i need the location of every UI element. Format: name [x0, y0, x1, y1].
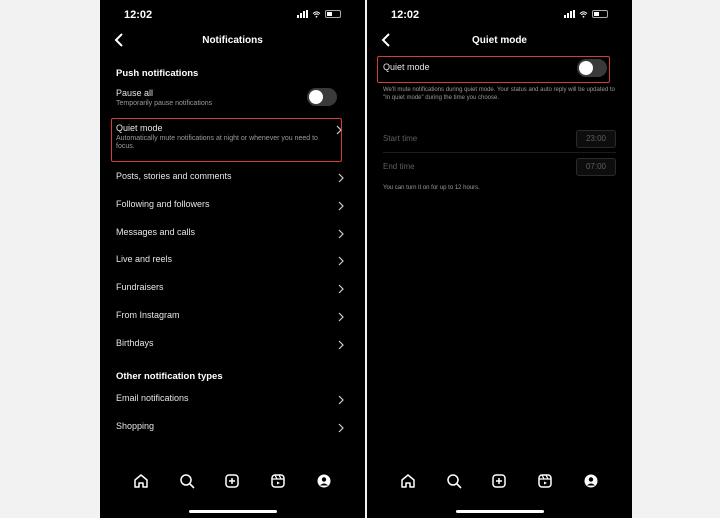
- quiet-mode-label: Quiet mode: [383, 62, 430, 72]
- pause-all-toggle[interactable]: [307, 88, 337, 106]
- chevron-right-icon: [338, 423, 344, 433]
- search-icon[interactable]: [178, 472, 196, 490]
- home-indicator: [455, 510, 544, 513]
- list-item-live-reels[interactable]: Live and reels: [116, 254, 345, 266]
- list-item-birthdays[interactable]: Birthdays: [116, 338, 345, 350]
- end-time-value[interactable]: 07:00: [576, 158, 616, 176]
- list-item-email-notifications[interactable]: Email notifications: [116, 393, 345, 405]
- status-bar: 12:02: [100, 0, 365, 30]
- status-icons: [564, 10, 608, 18]
- list-item-posts-stories-comments[interactable]: Posts, stories and comments: [116, 171, 345, 183]
- list-item-label: From Instagram: [116, 310, 180, 320]
- reels-icon[interactable]: [536, 472, 554, 490]
- chevron-right-icon: [338, 256, 344, 266]
- create-post-icon[interactable]: [223, 472, 241, 490]
- push-notifications-header: Push notifications: [116, 68, 199, 79]
- home-icon[interactable]: [132, 472, 150, 490]
- list-item-label: Messages and calls: [116, 227, 196, 237]
- wifi-icon: [579, 10, 588, 18]
- tab-bar: [367, 472, 632, 498]
- pause-all-label: Pause all: [116, 88, 154, 98]
- tab-bar: [100, 472, 365, 498]
- end-time-row[interactable]: End time 07:00: [383, 158, 616, 178]
- quiet-mode-row[interactable]: Quiet mode Automatically mute notificati…: [116, 123, 343, 151]
- quiet-mode-description: We'll mute notifications during quiet mo…: [383, 87, 615, 101]
- nav-bar: Quiet mode: [367, 28, 632, 54]
- list-item-shopping[interactable]: Shopping: [116, 421, 345, 433]
- list-item-following-followers[interactable]: Following and followers: [116, 199, 345, 211]
- start-time-label: Start time: [383, 134, 418, 143]
- quiet-mode-toggle[interactable]: [577, 59, 607, 77]
- list-item-from-instagram[interactable]: From Instagram: [116, 310, 345, 322]
- status-bar: 12:02: [367, 0, 632, 30]
- other-notification-types-header: Other notification types: [116, 371, 223, 382]
- start-time-row[interactable]: Start time 23:00: [383, 130, 616, 150]
- search-icon[interactable]: [445, 472, 463, 490]
- list-item-label: Live and reels: [116, 254, 173, 264]
- chevron-right-icon: [338, 229, 344, 239]
- battery-icon: [592, 10, 608, 18]
- reels-icon[interactable]: [269, 472, 287, 490]
- home-icon[interactable]: [399, 472, 417, 490]
- page-title: Quiet mode: [471, 35, 527, 46]
- chevron-right-icon: [338, 201, 344, 211]
- quiet-mode-screen: 12:02 Quiet mode Quiet mode We'll mute n…: [367, 0, 632, 518]
- battery-icon: [325, 10, 341, 18]
- chevron-right-icon: [338, 284, 344, 294]
- end-time-label: End time: [383, 162, 415, 171]
- signal-icon: [564, 10, 575, 18]
- quiet-mode-hint: You can turn it on for up to 12 hours.: [383, 185, 480, 191]
- notifications-screen: 12:02 Notifications Push notifications P…: [100, 0, 365, 518]
- start-time-value[interactable]: 23:00: [576, 130, 616, 148]
- status-time: 12:02: [124, 9, 153, 21]
- home-indicator: [188, 510, 277, 513]
- divider: [383, 152, 616, 153]
- profile-icon[interactable]: [315, 472, 333, 490]
- list-item-label: Birthdays: [116, 338, 154, 348]
- chevron-right-icon: [338, 312, 344, 322]
- page-title: Notifications: [202, 35, 263, 46]
- create-post-icon[interactable]: [490, 472, 508, 490]
- quiet-mode-subtitle: Automatically mute notifications at nigh…: [116, 135, 318, 150]
- signal-icon: [297, 10, 308, 18]
- status-time: 12:02: [391, 9, 420, 21]
- list-item-messages-calls[interactable]: Messages and calls: [116, 227, 345, 239]
- status-icons: [297, 10, 341, 18]
- nav-bar: Notifications: [100, 28, 365, 54]
- quiet-mode-label: Quiet mode: [116, 123, 163, 133]
- list-item-fundraisers[interactable]: Fundraisers: [116, 282, 345, 294]
- chevron-right-icon: [338, 173, 344, 183]
- chevron-right-icon: [336, 125, 342, 135]
- list-item-label: Email notifications: [116, 393, 189, 403]
- chevron-right-icon: [338, 395, 344, 405]
- chevron-right-icon: [338, 340, 344, 350]
- list-item-label: Fundraisers: [116, 282, 164, 292]
- list-item-label: Shopping: [116, 421, 155, 431]
- profile-icon[interactable]: [582, 472, 600, 490]
- list-item-label: Following and followers: [116, 199, 210, 209]
- list-item-label: Posts, stories and comments: [116, 171, 232, 181]
- wifi-icon: [312, 10, 321, 18]
